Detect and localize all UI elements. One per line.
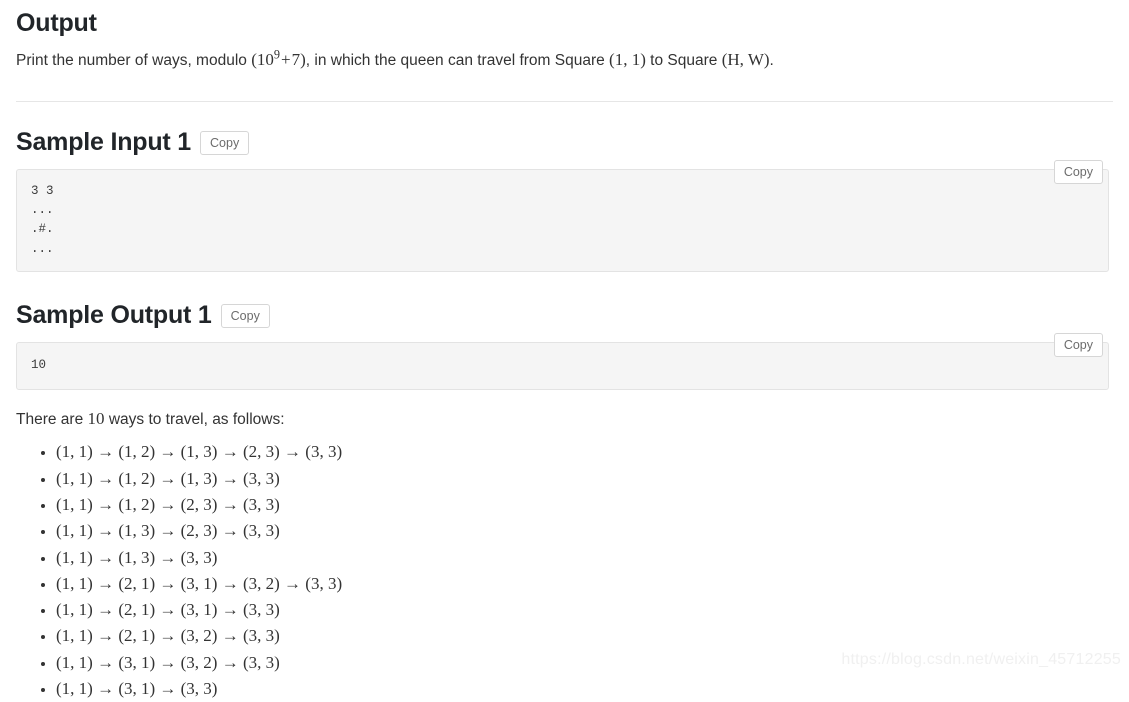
copy-sample-output-block-button[interactable]: Copy (1053, 332, 1103, 357)
end-square-coords: (H, W) (721, 49, 770, 69)
list-item: (1, 1) → (2, 1) → (3, 1) → (3, 3) (56, 597, 1113, 623)
modulo-base: 10 (256, 49, 274, 69)
start-square-coords: (1, 1) (609, 49, 646, 69)
problem-statement-page: Output Print the number of ways, modulo … (0, 0, 1129, 698)
list-item: (1, 1) → (2, 1) → (3, 2) → (3, 3) (56, 623, 1113, 649)
explanation-suffix: ways to travel, as follows: (104, 410, 285, 428)
list-item: (1, 1) → (1, 2) → (1, 3) → (2, 3) → (3, … (56, 439, 1113, 465)
path-expression: (1, 1) → (1, 2) → (1, 3) → (3, 3) (56, 468, 280, 488)
explanation-text: There are 10 ways to travel, as follows: (16, 406, 1113, 432)
sample-input-code-wrapper: Copy 3 3 ... .#. ... (16, 159, 1109, 272)
sample-output-title: Sample Output 1 (16, 301, 212, 329)
path-expression: (1, 1) → (1, 3) → (2, 3) → (3, 3) (56, 521, 280, 541)
output-description-to: to Square (645, 51, 722, 69)
modulo-addend: 7 (291, 49, 301, 69)
sample-output-code[interactable]: 10 (16, 341, 1109, 390)
output-description-mid: , in which the queen can travel from Squ… (305, 51, 610, 69)
list-item: (1, 1) → (2, 1) → (3, 1) → (3, 2) → (3, … (56, 571, 1113, 597)
sample-input-code[interactable]: 3 3 ... .#. ... (16, 168, 1109, 272)
output-description-end: . (769, 51, 774, 69)
path-expression: (1, 1) → (2, 1) → (3, 1) → (3, 2) → (3, … (56, 573, 343, 593)
watermark-url: https://blog.csdn.net/weixin_45712255 (841, 651, 1121, 668)
list-item: (1, 1) → (1, 2) → (1, 3) → (3, 3) (56, 466, 1113, 492)
sample-input-section: Sample Input 1 Copy Copy 3 3 ... .#. ... (16, 128, 1113, 272)
sample-output-section: Sample Output 1 Copy Copy 10 There are 1… (16, 301, 1113, 702)
sample-input-title: Sample Input 1 (16, 128, 192, 156)
section-divider (16, 101, 1113, 102)
plus-operator: + (281, 49, 291, 69)
modulo-formula: (109+7) (251, 48, 306, 69)
path-expression: (1, 1) → (3, 1) → (3, 2) → (3, 3) (56, 652, 280, 672)
path-expression: (1, 1) → (1, 3) → (3, 3) (56, 547, 218, 567)
copy-sample-input-button[interactable]: Copy (200, 130, 250, 155)
list-item: (1, 1) → (1, 3) → (3, 3) (56, 545, 1113, 571)
path-expression: (1, 1) → (2, 1) → (3, 1) → (3, 3) (56, 600, 280, 620)
page-title: Output (16, 9, 97, 37)
copy-sample-output-button[interactable]: Copy (220, 303, 270, 328)
sample-input-header: Sample Input 1 Copy (16, 128, 1113, 157)
list-item: (1, 1) → (3, 1) → (3, 3) (56, 676, 1113, 702)
list-item: (1, 1) → (1, 2) → (2, 3) → (3, 3) (56, 492, 1113, 518)
path-expression: (1, 1) → (1, 2) → (2, 3) → (3, 3) (56, 494, 280, 514)
explanation-prefix: There are (16, 410, 88, 428)
path-expression: (1, 1) → (3, 1) → (3, 3) (56, 679, 218, 699)
output-section: Output Print the number of ways, modulo … (16, 0, 1113, 102)
sample-output-header: Sample Output 1 Copy (16, 301, 1113, 330)
output-description-prefix: Print the number of ways, modulo (16, 51, 252, 69)
path-expression: (1, 1) → (1, 2) → (1, 3) → (2, 3) → (3, … (56, 442, 343, 462)
sample-output-code-wrapper: Copy 10 (16, 332, 1109, 390)
output-description: Print the number of ways, modulo (109+7)… (16, 47, 1113, 73)
copy-sample-input-block-button[interactable]: Copy (1053, 159, 1103, 184)
path-expression: (1, 1) → (2, 1) → (3, 2) → (3, 3) (56, 626, 280, 646)
ways-count: 10 (87, 408, 105, 428)
list-item: (1, 1) → (1, 3) → (2, 3) → (3, 3) (56, 518, 1113, 544)
